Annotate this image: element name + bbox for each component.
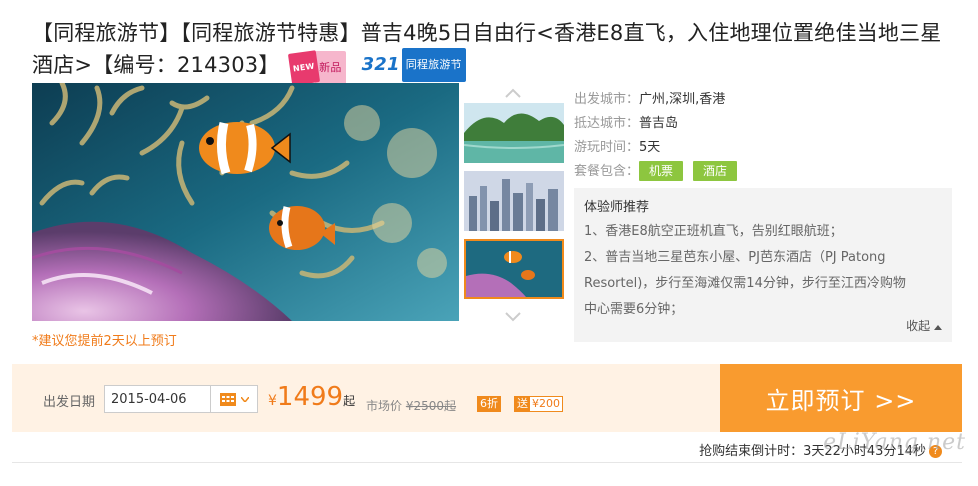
gift-voucher-badge: 送 ¥200 <box>514 396 563 412</box>
duration-label: 游玩时间： <box>574 140 640 155</box>
price-unit: 起 <box>343 394 356 408</box>
book-now-button[interactable]: 立即预订 >> <box>720 364 962 432</box>
price-value: 1499 <box>276 382 344 412</box>
chevron-down-icon <box>505 312 521 322</box>
product-title: 【同程旅游节】【同程旅游节特惠】普吉4晚5日自由行<香港E8直飞，入住地理位置绝… <box>32 18 962 86</box>
thumbnail-clownfish[interactable] <box>464 239 564 299</box>
duration-value: 5天 <box>639 140 661 155</box>
caret-up-icon <box>934 325 942 330</box>
new-badge-text: 新品 <box>315 51 346 85</box>
thumbnail-down-arrow[interactable] <box>462 307 564 327</box>
countdown-label: 抢购结束倒计时： <box>699 444 804 459</box>
collapse-toggle[interactable]: 收起 <box>906 317 942 334</box>
calendar-icon <box>220 393 236 406</box>
market-price: 市场价 ¥2500起 <box>366 397 456 414</box>
site-watermark: eLiYang.net <box>823 430 966 455</box>
karst-lagoon-thumb-image <box>464 103 564 163</box>
package-row: 套餐包含： 机票 酒店 <box>574 160 954 184</box>
thumbnail-strip <box>462 83 564 323</box>
thumbnail-karst-lagoon[interactable] <box>464 103 564 163</box>
booking-bar: 出发日期 ¥1499起 市场价 ¥2500起 6折 送¥200 立即预订 >> <box>12 364 962 432</box>
calendar-dropdown-button[interactable] <box>211 385 258 413</box>
package-tag-hotel: 酒店 <box>693 161 738 181</box>
product-title-text: 【同程旅游节】【同程旅游节特惠】普吉4晚5日自由行<香港E8直飞，入住地理位置绝… <box>32 21 942 77</box>
chevron-up-icon <box>505 88 521 98</box>
departure-city-label: 出发城市： <box>574 92 640 107</box>
gift-label: 送 <box>515 397 530 411</box>
market-price-value: ¥2500起 <box>405 399 457 413</box>
market-price-label: 市场价 <box>366 399 403 413</box>
arrival-city-row: 抵达城市：普吉岛 <box>574 112 954 136</box>
arrival-city-label: 抵达城市： <box>574 116 640 131</box>
collapse-label: 收起 <box>906 319 931 333</box>
departure-date-label: 出发日期 <box>43 395 96 410</box>
gift-value: ¥200 <box>532 397 560 410</box>
festival-321-badge: 321 同程旅游节 <box>362 48 466 82</box>
price-display: ¥1499起 <box>268 382 355 412</box>
arrival-city-value: 普吉岛 <box>639 116 679 131</box>
new-badge-box: NEW <box>287 50 320 86</box>
recommendation-title: 体验师推荐 <box>584 200 650 215</box>
recommendation-line-3: Resortel)，步行至海滩仅需14分钟，步行至江西冷购物 <box>584 276 906 291</box>
chevron-down-icon <box>241 396 249 402</box>
main-product-image <box>32 83 459 321</box>
departure-city-row: 出发城市：广州,深圳,香港 <box>574 88 954 112</box>
clownfish-thumb-image <box>466 241 562 297</box>
package-tag-flight: 机票 <box>639 161 684 181</box>
badge-321-text: 同程旅游节 <box>401 48 466 82</box>
divider <box>12 462 962 463</box>
badge-321-number: 321 <box>361 54 400 75</box>
thumbnail-hongkong-skyline[interactable] <box>464 171 564 231</box>
expert-recommendation-box: 体验师推荐 1、香港E8航空正班机直飞，告别红眼航班； 2、普吉当地三星芭东小屋… <box>574 188 952 342</box>
recommendation-line-4: 中心需要6分钟； <box>584 302 684 317</box>
package-label: 套餐包含： <box>574 164 640 179</box>
thumbnail-up-arrow[interactable] <box>462 83 564 103</box>
departure-city-value: 广州,深圳,香港 <box>639 92 726 107</box>
booking-advance-note: *建议您提前2天以上预订 <box>32 334 177 349</box>
duration-row: 游玩时间：5天 <box>574 136 954 160</box>
recommendation-line-2: 2、普吉当地三星芭东小屋、PJ芭东酒店（PJ Patong <box>584 250 886 265</box>
new-product-badge: NEW 新品 <box>287 50 346 86</box>
recommendation-line-1: 1、香港E8航空正班机直飞，告别红眼航班； <box>584 224 843 239</box>
product-info-panel: 出发城市：广州,深圳,香港 抵达城市：普吉岛 游玩时间：5天 套餐包含： 机票 酒店 <box>574 88 954 184</box>
departure-date-input[interactable] <box>104 385 211 413</box>
price-currency-symbol: ¥ <box>268 393 277 409</box>
product-header: 【同程旅游节】【同程旅游节特惠】普吉4晚5日自由行<香港E8直飞，入住地理位置绝… <box>32 18 962 86</box>
clownfish-anemone-image <box>32 83 459 321</box>
city-skyline-thumb-image <box>464 171 564 231</box>
discount-badge: 6折 <box>477 396 501 412</box>
